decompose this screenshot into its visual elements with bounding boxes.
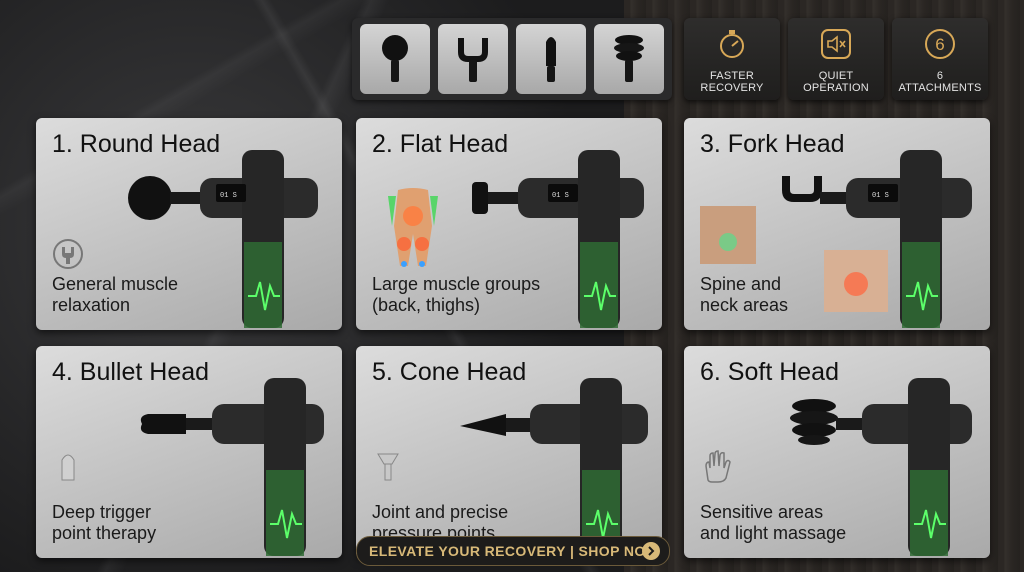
bullet-head-icon [546,37,556,82]
soft-head-tile[interactable] [594,24,664,94]
body-muscle-map [388,188,438,267]
massage-gun-round: 01 S [128,150,318,328]
round-head-icon [382,35,408,82]
feature-label: FASTER RECOVERY [700,70,764,94]
massage-gun-flat: 01 S [472,150,644,328]
bullet-attachment-icon [61,454,75,481]
svg-text:01 S: 01 S [552,192,569,200]
chevron-right-icon [642,542,660,560]
cone-attachment-icon [377,453,399,481]
card-flat-head[interactable]: 2. Flat Head Large muscle groups (back, … [356,118,662,330]
card-bullet-head[interactable]: 4. Bullet Head Deep trigger point therap… [36,346,342,558]
feature-label: 6 ATTACHMENTS [898,70,982,94]
fork-head-tile[interactable] [438,24,508,94]
massage-gun-fork: 01 S [782,150,972,328]
soft-head-icon [614,35,644,82]
hand-icon [705,450,731,483]
feature-attachments: 6 6 ATTACHMENTS [892,18,988,100]
card-soft-head[interactable]: 6. Soft Head Sensitive areas and light m… [684,346,990,558]
feature-quiet-operation: QUIET OPERATION [788,18,884,100]
fork-head-icon [458,38,488,82]
feature-faster-recovery: FASTER RECOVERY [684,18,780,100]
svg-text:01 S: 01 S [220,192,237,200]
svg-text:6: 6 [935,35,944,54]
round-head-tile[interactable] [360,24,430,94]
speaker-mute-icon [821,29,851,59]
bullet-head-tile[interactable] [516,24,586,94]
feature-label: QUIET OPERATION [803,70,869,94]
massage-gun-soft [790,378,972,556]
stopwatch-icon [720,30,744,58]
massage-gun-bullet [140,378,324,556]
card-round-head[interactable]: 1. Round Head General muscle relaxation … [36,118,342,330]
attachment-strip [352,18,672,100]
wrench-icon [53,239,83,269]
card-cone-head[interactable]: 5. Cone Head Joint and precise pressure … [356,346,662,558]
cta-label: ELEVATE YOUR RECOVERY | SHOP NOW [369,543,660,559]
card-fork-head[interactable]: 3. Fork Head Spine and neck areas 01 S [684,118,990,330]
shop-now-button[interactable]: ELEVATE YOUR RECOVERY | SHOP NOW [356,536,670,566]
number-six-icon: 6 [925,29,955,59]
svg-text:01 S: 01 S [872,192,889,200]
massage-gun-cone [460,378,648,556]
